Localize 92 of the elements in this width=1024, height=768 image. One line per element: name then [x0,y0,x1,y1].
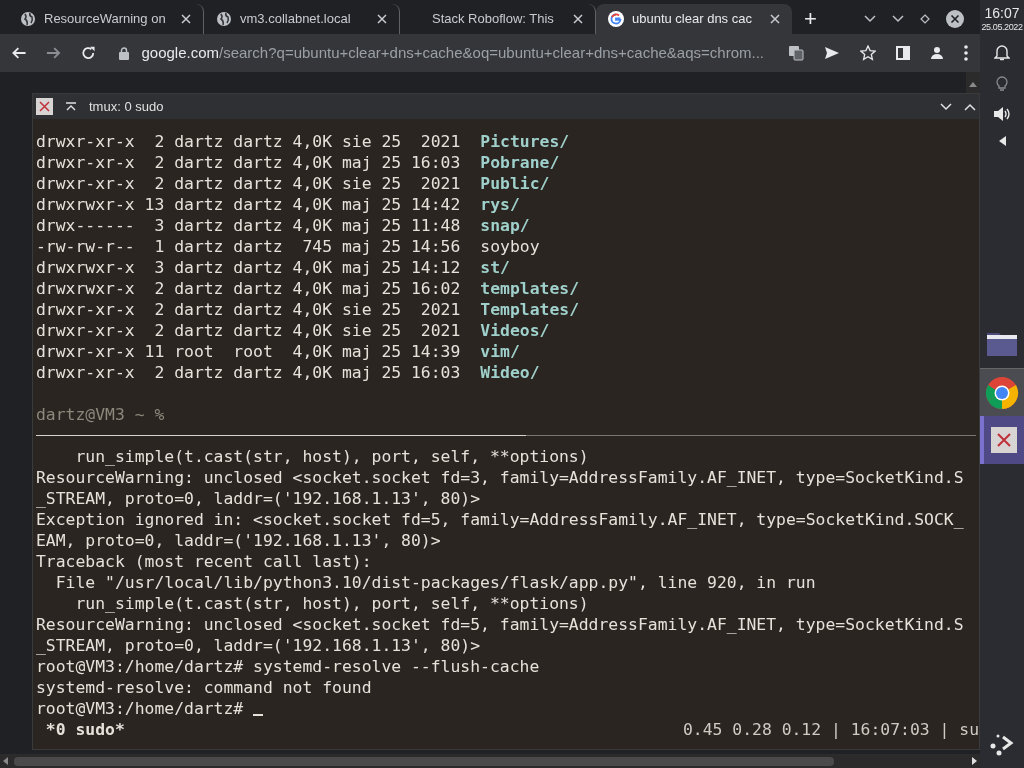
file-details: drwxr-xr-x 2 dartz dartz 4,0K sie 25 2021 [36,173,461,194]
terminal-output-line: systemd-resolve: command not found [36,677,372,698]
terminal-output-line: File "/usr/local/lib/python3.10/dist-packages/flask/app.py", line 920, in run [54,572,816,593]
directory-name: Pictures/ [480,131,570,152]
window-title: tmux: 0 sudo [89,97,165,116]
taskbar-item[interactable] [980,416,1024,464]
close-icon[interactable] [770,14,780,24]
terminal-output-line: run_simple(t.cast(str, host), port, self, **options) [74,593,589,614]
horizontal-scrollbar[interactable] [0,754,980,768]
file-details: drwxrwxr-x 3 dartz dartz 4,0K maj 25 14:12 [36,257,461,278]
profile-icon[interactable] [930,46,944,60]
folder-icon [986,331,1018,357]
directory-name: rys/ [480,194,520,215]
terminal-output-line: Exception ignored in: <socket.socket fd=5, family=AddressFamily.AF_INET, type=SocketKind.SOCK_ [36,509,964,530]
file-details: drwxr-xr-x 11 root root 4,0K maj 25 14:39 [36,341,461,362]
terminal-output-line: _STREAM, proto=0, laddr=('192.168.1.13', 80)> [36,488,481,509]
reload-icon[interactable] [80,45,96,61]
tab-title: ResourceWarning on [44,10,167,29]
terminal-output-line: EAM, proto=0, laddr=('192.168.1.13', 80)> [36,530,441,551]
directory-name: Wideo/ [480,362,540,383]
file-details: drwxr-xr-x 2 dartz dartz 4,0K sie 25 2021 [36,320,461,341]
directory-name: vim/ [480,341,520,362]
speaker-icon[interactable] [993,106,1011,122]
close-window-icon[interactable] [36,98,53,115]
terminal-output-line: root@VM3:/home/dartz# [36,698,245,719]
terminal-output-line: ResourceWarning: unclosed <socket.socket fd=5, family=AddressFamily.AF_INET, type=SocketKind.S [36,614,964,635]
lock-icon [119,46,130,60]
file-name: soyboy [480,236,540,257]
chevron-down-icon[interactable] [864,15,876,23]
bell-icon[interactable] [994,44,1010,61]
scrollbar-thumb[interactable] [14,756,834,766]
terminal-output-line: Traceback (most recent call last): [36,551,372,572]
diamond-icon[interactable] [920,14,930,24]
star-icon[interactable] [860,45,876,61]
terminal-output-line: _STREAM, proto=0, laddr=('192.168.1.13', 80)> [36,635,481,656]
taskbar-item[interactable] [980,368,1024,416]
directory-name: Videos/ [480,320,550,341]
close-icon[interactable] [573,14,583,24]
clock-date: 25.05.2022 [981,23,1023,32]
keep-above-icon[interactable] [65,101,77,112]
tab-title: vm3.collabnet.local [240,10,352,29]
directory-name: snap/ [480,215,530,236]
terminal-output-line: run_simple(t.cast(str, host), port, self, **options) [74,446,589,467]
menu-icon[interactable] [964,45,968,61]
tab-title: ubuntu clear dns cac [632,10,753,29]
file-details: drwxrwxr-x 2 dartz dartz 4,0K maj 25 16:02 [36,278,461,299]
send-icon[interactable] [824,46,840,60]
url-text: google.com/search?q=ubuntu+clear+dns+cache&oq=ubuntu+clear+dns+cache&aqs=chrom... [141,42,764,63]
chevron-down-icon[interactable] [892,15,904,23]
globe-icon [20,11,36,27]
collapse-arrow-icon[interactable] [998,136,1006,146]
scroll-up-icon[interactable] [969,82,977,87]
scroll-left-icon[interactable] [3,757,8,765]
tmux-status-info: 0.45 0.28 0.12 | 16:07:03 | su [682,719,979,740]
browser-tab[interactable]: ubuntu clear dns cac [596,4,792,34]
vertical-scrollbar[interactable] [966,72,980,93]
close-icon[interactable] [181,14,191,24]
file-details: drwx------ 3 dartz dartz 4,0K maj 25 11:48 [36,215,461,236]
forward-arrow-icon[interactable] [46,45,61,61]
maximize-chevron-icon[interactable] [964,102,976,111]
file-details: drwxr-xr-x 2 dartz dartz 4,0K maj 25 16:03 [36,152,461,173]
back-arrow-icon[interactable] [12,45,27,61]
chrome-logo-icon [985,375,1019,410]
new-tab-button[interactable]: + [792,4,829,34]
close-window-icon [991,427,1017,453]
side-panel-icon[interactable] [896,46,910,60]
directory-name: Templates/ [480,299,579,320]
directory-name: templates/ [480,278,579,299]
close-icon[interactable] [946,10,964,28]
google-g-icon [608,11,624,27]
text-cursor [253,713,264,716]
globe-icon [216,11,232,27]
close-icon[interactable] [377,14,387,24]
minimize-chevron-icon[interactable] [940,102,952,111]
terminal-output-line: root@VM3:/home/dartz# systemd-resolve --flush-cache [36,656,540,677]
file-details: drwxr-xr-x 2 dartz dartz 4,0K sie 25 2021 [36,299,461,320]
scroll-right-icon[interactable] [972,757,977,765]
file-details: -rw-rw-r-- 1 dartz dartz 745 maj 25 14:56 [36,236,461,257]
tab-title: Stack Roboflow: This [431,10,555,29]
directory-name: Public/ [480,173,550,194]
address-bar[interactable]: google.com/search?q=ubuntu+clear+dns+cache&oq=ubuntu+clear+dns+cache&aqs=chrom... [115,38,768,68]
file-details: drwxr-xr-x 2 dartz dartz 4,0K maj 25 16:03 [36,362,461,383]
clock-time: 16:07 [984,6,1020,20]
launcher-icon[interactable] [989,732,1015,756]
directory-name: st/ [480,257,510,278]
shell-prompt: dartz@VM3 ~ % [36,405,165,424]
file-details: drwxr-xr-x 2 dartz dartz 4,0K sie 25 2021 [36,131,461,152]
tmux-window-label: *0 sudo* [44,719,125,740]
lightbulb-icon[interactable] [996,75,1008,92]
directory-name: Pobrane/ [480,152,560,173]
terminal-output-line: ResourceWarning: unclosed <socket.socket fd=3, family=AddressFamily.AF_INET, type=SocketKind.S [36,467,964,488]
file-details: drwxrwxr-x 13 dartz dartz 4,0K maj 25 14:42 [36,194,461,215]
